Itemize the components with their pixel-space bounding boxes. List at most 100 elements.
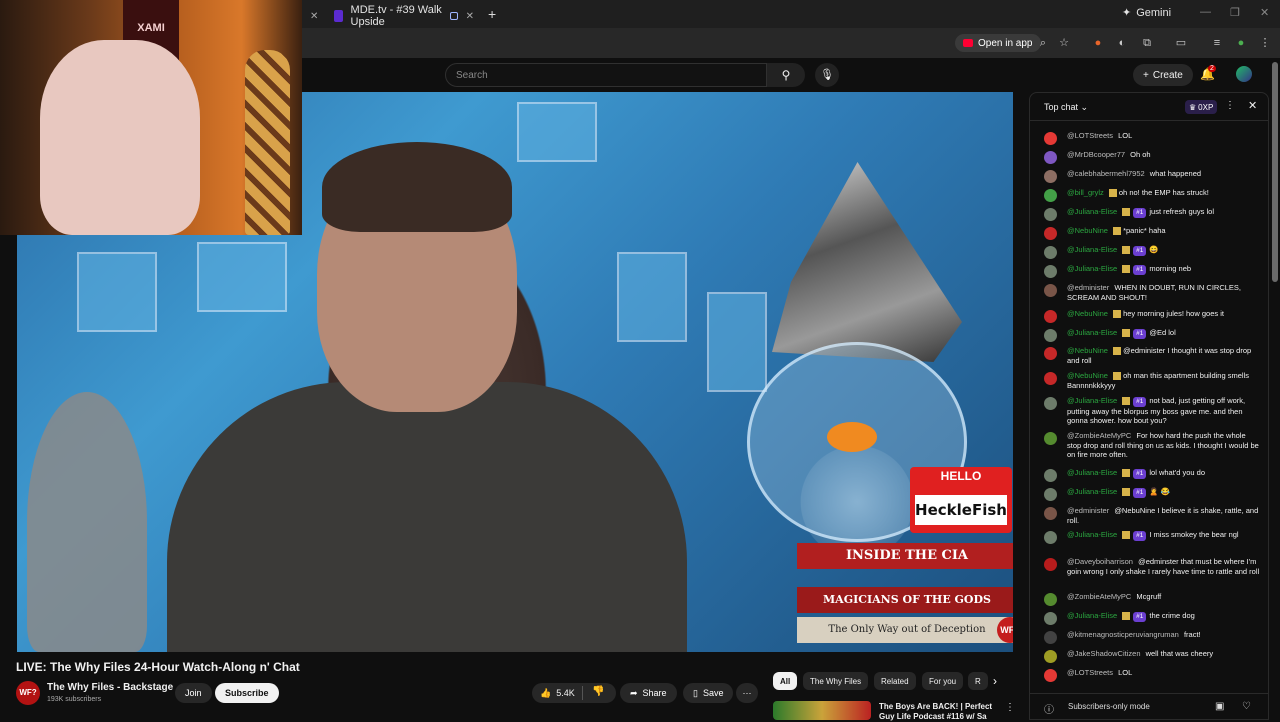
open-in-app-button[interactable]: Open in app <box>955 34 1041 52</box>
chat-message[interactable]: @NebuNine hey morning jules! how goes it <box>1044 309 1260 323</box>
chat-avatar[interactable] <box>1044 593 1057 606</box>
chat-message[interactable]: @Juliana-Elise #1 morning neb <box>1044 264 1260 278</box>
puzzle-icon[interactable]: ⧉ <box>1140 36 1154 50</box>
chat-author[interactable]: @JakeShadowCitizen <box>1067 649 1140 658</box>
chat-avatar[interactable] <box>1044 329 1057 342</box>
chat-author[interactable]: @Daveyboiharrison <box>1067 557 1133 566</box>
chat-message[interactable]: @Juliana-Elise #1 the crime dog <box>1044 611 1260 625</box>
xp-badge[interactable]: ♛ 0XP <box>1185 100 1218 114</box>
new-tab-button[interactable]: + <box>488 6 496 22</box>
page-scrollbar[interactable] <box>1272 62 1278 682</box>
recommendation-title[interactable]: The Boys Are BACK! | Perfect Guy Life Po… <box>879 702 994 722</box>
extension-icon[interactable]: ◐ <box>1115 36 1129 50</box>
scrollbar-thumb[interactable] <box>1272 62 1278 282</box>
channel-name[interactable]: The Why Files - Backstage <box>47 682 173 693</box>
chat-author[interactable]: @ZombieAteMyPC <box>1067 431 1131 440</box>
save-button[interactable]: ▯ Save <box>683 683 734 703</box>
chat-author[interactable]: @NebuNine <box>1067 309 1108 318</box>
chat-avatar[interactable] <box>1044 265 1057 278</box>
chevron-right-icon[interactable]: › <box>993 674 997 688</box>
thumbs-down-icon[interactable]: 👎 <box>592 686 604 697</box>
chat-author[interactable]: @edminister <box>1067 506 1109 515</box>
chat-avatar[interactable] <box>1044 151 1057 164</box>
chat-author[interactable]: @Juliana-Elise <box>1067 245 1117 254</box>
chat-avatar[interactable] <box>1044 488 1057 501</box>
chat-message[interactable]: @edminister @NebuNine I believe it is sh… <box>1044 506 1260 525</box>
chat-author[interactable]: @Juliana-Elise <box>1067 207 1117 216</box>
super-chat-icon[interactable]: ▣ <box>1215 701 1224 712</box>
chat-message[interactable]: @bill_grylz oh no! the EMP has struck! <box>1044 188 1260 202</box>
chat-author[interactable]: @Juliana-Elise <box>1067 264 1117 273</box>
chat-message[interactable]: @kitmenagnosticperuviangruman fract! <box>1044 630 1260 644</box>
more-actions-button[interactable]: ⋯ <box>736 683 758 703</box>
chip-the-why-files[interactable]: The Why Files <box>803 672 869 690</box>
close-window-button[interactable]: ✕ <box>1260 6 1269 19</box>
chat-avatar[interactable] <box>1044 208 1057 221</box>
chat-avatar[interactable] <box>1044 132 1057 145</box>
chat-avatar[interactable] <box>1044 310 1057 323</box>
chat-avatar[interactable] <box>1044 284 1057 297</box>
subscribe-button[interactable]: Subscribe <box>215 683 279 703</box>
chat-avatar[interactable] <box>1044 612 1057 625</box>
chat-author[interactable]: @LOTStreets <box>1067 131 1113 140</box>
chat-author[interactable]: @NebuNine <box>1067 226 1108 235</box>
media-icon[interactable]: ▭ <box>1174 36 1188 50</box>
chat-author[interactable]: @Juliana-Elise <box>1067 396 1117 405</box>
chat-message[interactable]: @calebhabermehl7952 what happened <box>1044 169 1260 183</box>
chat-message[interactable]: @NebuNine oh man this apartment building… <box>1044 371 1260 390</box>
info-icon[interactable]: ⓘ <box>1044 701 1054 716</box>
chat-avatar[interactable] <box>1044 372 1057 385</box>
chat-author[interactable]: @ZombieAteMyPC <box>1067 592 1131 601</box>
zoom-icon[interactable]: ⌕ <box>1036 36 1050 50</box>
chat-message[interactable]: @ZombieAteMyPC Mcgruff <box>1044 592 1260 606</box>
chat-mode-dropdown[interactable]: Top chat ⌄ <box>1044 102 1088 113</box>
recommendation-thumbnail[interactable] <box>773 701 871 720</box>
close-icon[interactable]: ✕ <box>466 11 474 22</box>
chat-message[interactable]: @NebuNine @edminister I thought it was s… <box>1044 346 1260 365</box>
close-icon[interactable]: ✕ <box>310 11 318 22</box>
chat-messages[interactable]: @LOTStreets LOL @MrDBcooper77 Oh oh @caleb… <box>1030 121 1268 691</box>
tab-close-prev[interactable]: ✕ <box>300 4 322 28</box>
create-button[interactable]: + Create <box>1133 64 1193 86</box>
chat-author[interactable]: @Juliana-Elise <box>1067 530 1117 539</box>
chat-avatar[interactable] <box>1044 227 1057 240</box>
chat-avatar[interactable] <box>1044 650 1057 663</box>
chat-avatar[interactable] <box>1044 669 1057 682</box>
minimize-button[interactable]: — <box>1200 6 1211 18</box>
browser-tab[interactable]: MDE.tv - #39 Walk Upside ✕ <box>324 4 484 28</box>
chat-message[interactable]: @Juliana-Elise #1 🙎 😂 <box>1044 487 1260 501</box>
chat-avatar[interactable] <box>1044 558 1057 571</box>
chat-author[interactable]: @NebuNine <box>1067 346 1108 355</box>
close-icon[interactable]: ✕ <box>1248 99 1257 112</box>
bookmark-star-icon[interactable]: ☆ <box>1057 36 1071 50</box>
chat-avatar[interactable] <box>1044 469 1057 482</box>
chat-message[interactable]: @Daveyboiharrison @edminster that must b… <box>1044 557 1260 576</box>
menu-dots-icon[interactable]: ⋮ <box>1258 36 1272 50</box>
profile-icon[interactable]: ● <box>1234 36 1248 50</box>
search-button[interactable]: ⚲ <box>767 63 805 87</box>
chat-avatar[interactable] <box>1044 631 1057 644</box>
share-button[interactable]: ➦ Share <box>620 683 677 703</box>
channel-avatar[interactable]: WF? <box>16 681 40 705</box>
chat-message[interactable]: @Juliana-Elise #1 @Ed lol <box>1044 328 1260 342</box>
chat-message[interactable]: @Juliana-Elise #1 lol what'd you do <box>1044 468 1260 482</box>
more-dots-icon[interactable]: ⋮ <box>1005 702 1015 713</box>
maximize-button[interactable]: ❐ <box>1230 6 1240 19</box>
gemini-button[interactable]: ✦ Gemini <box>1122 6 1171 20</box>
chat-message[interactable]: @edminister WHEN IN DOUBT, RUN IN CIRCLE… <box>1044 283 1260 302</box>
heart-icon[interactable]: ♡ <box>1242 701 1251 712</box>
chip-related[interactable]: Related <box>874 672 916 690</box>
search-input[interactable]: Search <box>445 63 767 87</box>
menu-dots-icon[interactable]: ⋮ <box>1225 100 1235 111</box>
chat-avatar[interactable] <box>1044 347 1057 360</box>
chat-avatar[interactable] <box>1044 246 1057 259</box>
chat-avatar[interactable] <box>1044 397 1057 410</box>
chat-message[interactable]: @Juliana-Elise #1 I miss smokey the bear n… <box>1044 530 1260 544</box>
chat-message[interactable]: @JakeShadowCitizen well that was cheery <box>1044 649 1260 663</box>
chat-message[interactable]: @LOTStreets LOL <box>1044 668 1260 682</box>
account-avatar[interactable] <box>1236 66 1252 82</box>
chip-more[interactable]: R <box>968 672 988 690</box>
chat-avatar[interactable] <box>1044 170 1057 183</box>
chat-avatar[interactable] <box>1044 189 1057 202</box>
chat-message[interactable]: @NebuNine *panic* haha <box>1044 226 1260 240</box>
